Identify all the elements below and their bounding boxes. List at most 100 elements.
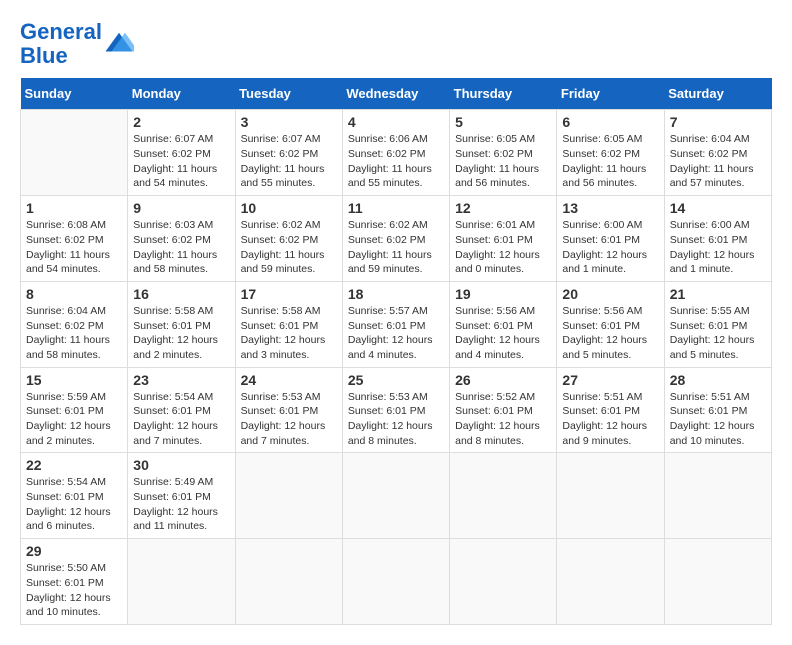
day-number: 8 xyxy=(26,286,122,302)
day-number: 13 xyxy=(562,200,658,216)
calendar-cell: 3 Sunrise: 6:07 AM Sunset: 6:02 PM Daylig… xyxy=(235,110,342,196)
calendar-week-5: 22 Sunrise: 5:54 AM Sunset: 6:01 PM Dayli… xyxy=(21,453,772,539)
day-number: 7 xyxy=(670,114,766,130)
day-info: Sunrise: 6:08 AM Sunset: 6:02 PM Dayligh… xyxy=(26,218,122,277)
day-info: Sunrise: 5:50 AM Sunset: 6:01 PM Dayligh… xyxy=(26,561,122,620)
calendar-cell: 5 Sunrise: 6:05 AM Sunset: 6:02 PM Daylig… xyxy=(450,110,557,196)
day-info: Sunrise: 5:53 AM Sunset: 6:01 PM Dayligh… xyxy=(348,390,444,449)
calendar-cell: 2 Sunrise: 6:07 AM Sunset: 6:02 PM Daylig… xyxy=(128,110,235,196)
calendar-week-4: 15Sunrise: 5:59 AM Sunset: 6:01 PM Dayli… xyxy=(21,367,772,453)
calendar-cell: 11Sunrise: 6:02 AM Sunset: 6:02 PM Dayli… xyxy=(342,196,449,282)
day-number: 29 xyxy=(26,543,122,559)
day-info: Sunrise: 5:51 AM Sunset: 6:01 PM Dayligh… xyxy=(562,390,658,449)
calendar-cell xyxy=(557,453,664,539)
day-number: 4 xyxy=(348,114,444,130)
day-number: 17 xyxy=(241,286,337,302)
calendar-cell xyxy=(235,453,342,539)
day-info: Sunrise: 5:57 AM Sunset: 6:01 PM Dayligh… xyxy=(348,304,444,363)
calendar-cell: 16Sunrise: 5:58 AM Sunset: 6:01 PM Dayli… xyxy=(128,281,235,367)
page-header: General Blue xyxy=(20,20,772,68)
day-number: 1 xyxy=(26,200,122,216)
calendar-cell: 9 Sunrise: 6:03 AM Sunset: 6:02 PM Daylig… xyxy=(128,196,235,282)
calendar-cell xyxy=(450,453,557,539)
calendar-cell xyxy=(21,110,128,196)
header-saturday: Saturday xyxy=(664,78,771,110)
calendar-cell: 1 Sunrise: 6:08 AM Sunset: 6:02 PM Daylig… xyxy=(21,196,128,282)
day-number: 5 xyxy=(455,114,551,130)
day-info: Sunrise: 6:06 AM Sunset: 6:02 PM Dayligh… xyxy=(348,132,444,191)
day-info: Sunrise: 6:04 AM Sunset: 6:02 PM Dayligh… xyxy=(26,304,122,363)
logo: General Blue xyxy=(20,20,134,68)
day-number: 24 xyxy=(241,372,337,388)
day-number: 2 xyxy=(133,114,229,130)
day-number: 21 xyxy=(670,286,766,302)
day-info: Sunrise: 5:54 AM Sunset: 6:01 PM Dayligh… xyxy=(26,475,122,534)
day-info: Sunrise: 6:05 AM Sunset: 6:02 PM Dayligh… xyxy=(562,132,658,191)
calendar-cell: 28 Sunrise: 5:51 AM Sunset: 6:01 PM Dayli… xyxy=(664,367,771,453)
day-info: Sunrise: 6:04 AM Sunset: 6:02 PM Dayligh… xyxy=(670,132,766,191)
calendar-cell: 7 Sunrise: 6:04 AM Sunset: 6:02 PM Daylig… xyxy=(664,110,771,196)
day-number: 3 xyxy=(241,114,337,130)
calendar-table: SundayMondayTuesdayWednesdayThursdayFrid… xyxy=(20,78,772,625)
day-number: 6 xyxy=(562,114,658,130)
day-info: Sunrise: 6:00 AM Sunset: 6:01 PM Dayligh… xyxy=(670,218,766,277)
day-number: 27 xyxy=(562,372,658,388)
calendar-cell: 12Sunrise: 6:01 AM Sunset: 6:01 PM Dayli… xyxy=(450,196,557,282)
calendar-cell: 14 Sunrise: 6:00 AM Sunset: 6:01 PM Dayli… xyxy=(664,196,771,282)
day-info: Sunrise: 5:58 AM Sunset: 6:01 PM Dayligh… xyxy=(241,304,337,363)
day-number: 14 xyxy=(670,200,766,216)
day-info: Sunrise: 6:05 AM Sunset: 6:02 PM Dayligh… xyxy=(455,132,551,191)
day-info: Sunrise: 5:49 AM Sunset: 6:01 PM Dayligh… xyxy=(133,475,229,534)
calendar-cell: 19 Sunrise: 5:56 AM Sunset: 6:01 PM Dayli… xyxy=(450,281,557,367)
calendar-cell: 4 Sunrise: 6:06 AM Sunset: 6:02 PM Daylig… xyxy=(342,110,449,196)
header-friday: Friday xyxy=(557,78,664,110)
day-number: 26 xyxy=(455,372,551,388)
day-info: Sunrise: 5:51 AM Sunset: 6:01 PM Dayligh… xyxy=(670,390,766,449)
calendar-cell: 27 Sunrise: 5:51 AM Sunset: 6:01 PM Dayli… xyxy=(557,367,664,453)
calendar-cell xyxy=(342,453,449,539)
day-info: Sunrise: 5:59 AM Sunset: 6:01 PM Dayligh… xyxy=(26,390,122,449)
day-info: Sunrise: 5:56 AM Sunset: 6:01 PM Dayligh… xyxy=(562,304,658,363)
day-info: Sunrise: 5:58 AM Sunset: 6:01 PM Dayligh… xyxy=(133,304,229,363)
day-number: 11 xyxy=(348,200,444,216)
calendar-cell: 18 Sunrise: 5:57 AM Sunset: 6:01 PM Dayli… xyxy=(342,281,449,367)
logo-text: General Blue xyxy=(20,20,102,68)
header-wednesday: Wednesday xyxy=(342,78,449,110)
calendar-week-1: 2 Sunrise: 6:07 AM Sunset: 6:02 PM Daylig… xyxy=(21,110,772,196)
calendar-cell: 30 Sunrise: 5:49 AM Sunset: 6:01 PM Dayli… xyxy=(128,453,235,539)
calendar-cell: 17 Sunrise: 5:58 AM Sunset: 6:01 PM Dayli… xyxy=(235,281,342,367)
header-tuesday: Tuesday xyxy=(235,78,342,110)
day-info: Sunrise: 5:56 AM Sunset: 6:01 PM Dayligh… xyxy=(455,304,551,363)
header-sunday: Sunday xyxy=(21,78,128,110)
calendar-cell: 21 Sunrise: 5:55 AM Sunset: 6:01 PM Dayli… xyxy=(664,281,771,367)
day-number: 18 xyxy=(348,286,444,302)
calendar-cell: 22 Sunrise: 5:54 AM Sunset: 6:01 PM Dayli… xyxy=(21,453,128,539)
day-number: 25 xyxy=(348,372,444,388)
calendar-cell: 23 Sunrise: 5:54 AM Sunset: 6:01 PM Dayli… xyxy=(128,367,235,453)
day-info: Sunrise: 6:00 AM Sunset: 6:01 PM Dayligh… xyxy=(562,218,658,277)
day-number: 22 xyxy=(26,457,122,473)
calendar-week-2: 1 Sunrise: 6:08 AM Sunset: 6:02 PM Daylig… xyxy=(21,196,772,282)
day-info: Sunrise: 6:07 AM Sunset: 6:02 PM Dayligh… xyxy=(133,132,229,191)
day-number: 19 xyxy=(455,286,551,302)
day-info: Sunrise: 6:07 AM Sunset: 6:02 PM Dayligh… xyxy=(241,132,337,191)
day-number: 23 xyxy=(133,372,229,388)
day-info: Sunrise: 6:02 AM Sunset: 6:02 PM Dayligh… xyxy=(241,218,337,277)
day-info: Sunrise: 5:54 AM Sunset: 6:01 PM Dayligh… xyxy=(133,390,229,449)
logo-icon xyxy=(104,29,134,59)
calendar-cell: 25 Sunrise: 5:53 AM Sunset: 6:01 PM Dayli… xyxy=(342,367,449,453)
calendar-cell xyxy=(664,453,771,539)
calendar-week-3: 8 Sunrise: 6:04 AM Sunset: 6:02 PM Daylig… xyxy=(21,281,772,367)
calendar-cell: 15Sunrise: 5:59 AM Sunset: 6:01 PM Dayli… xyxy=(21,367,128,453)
calendar-cell: 10Sunrise: 6:02 AM Sunset: 6:02 PM Dayli… xyxy=(235,196,342,282)
header-monday: Monday xyxy=(128,78,235,110)
calendar-cell: 13 Sunrise: 6:00 AM Sunset: 6:01 PM Dayli… xyxy=(557,196,664,282)
day-info: Sunrise: 6:03 AM Sunset: 6:02 PM Dayligh… xyxy=(133,218,229,277)
day-info: Sunrise: 5:55 AM Sunset: 6:01 PM Dayligh… xyxy=(670,304,766,363)
day-number: 9 xyxy=(133,200,229,216)
day-number: 30 xyxy=(133,457,229,473)
day-number: 20 xyxy=(562,286,658,302)
day-number: 28 xyxy=(670,372,766,388)
calendar-cell: 6 Sunrise: 6:05 AM Sunset: 6:02 PM Daylig… xyxy=(557,110,664,196)
header-thursday: Thursday xyxy=(450,78,557,110)
